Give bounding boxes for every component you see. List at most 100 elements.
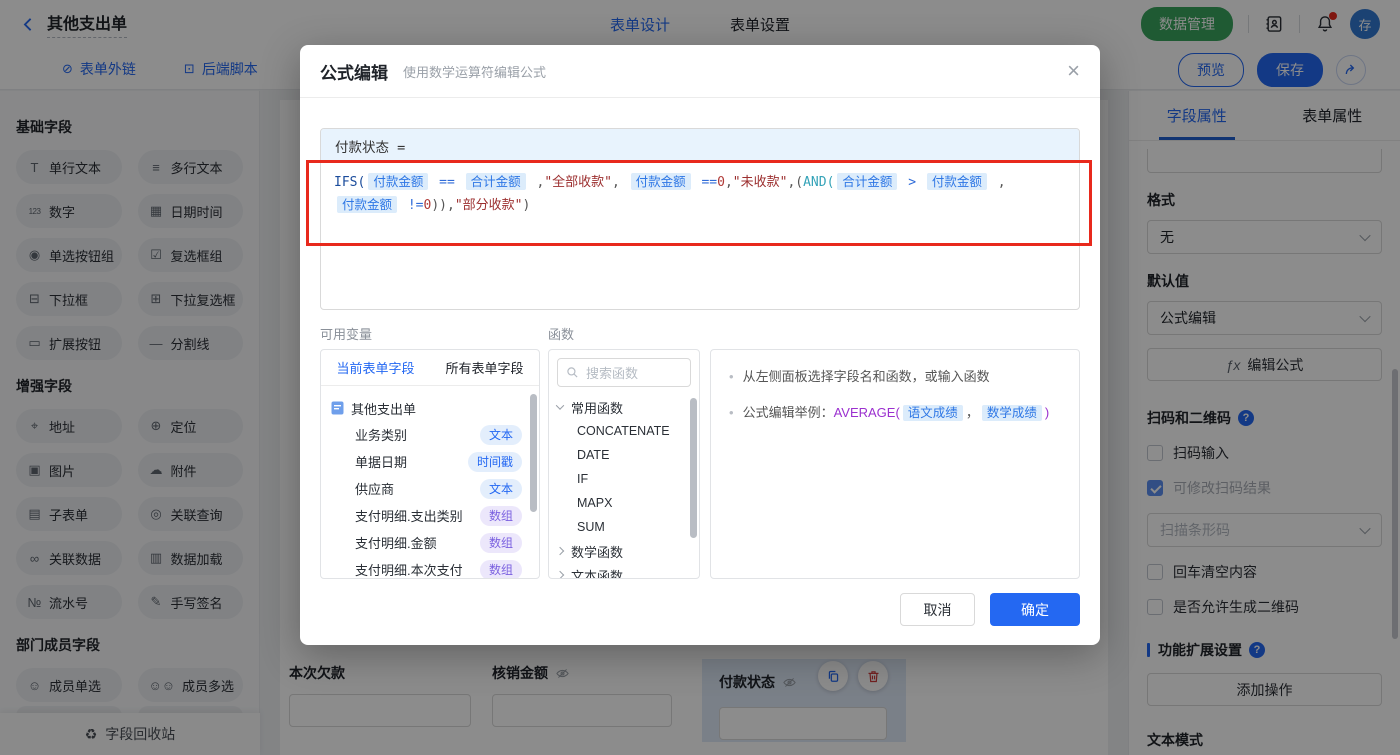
formula-code[interactable]: IFS(付款金额 == 合计金额 ,"全部收款", 付款金额 ==0,"未收款"… (321, 162, 1079, 226)
formula-field-token: 语文成绩 (902, 405, 963, 421)
formula-token: ) (522, 198, 531, 213)
bullet-dot: • (729, 405, 734, 420)
variable-type-badge: 文本 (479, 478, 522, 499)
help-bullet: • 公式编辑举例：AVERAGE(语文成绩，数学成绩) (729, 402, 1063, 424)
variables-tabs: 当前表单字段 所有表单字段 (321, 350, 539, 386)
function-group[interactable]: 常用函数 (555, 395, 691, 419)
formula-token: ， (965, 405, 979, 420)
search-icon (567, 367, 578, 378)
modal-subtitle: 使用数学运算符编辑公式 (403, 64, 547, 80)
formula-token: != (400, 198, 424, 213)
function-group-label: 数学函数 (571, 544, 624, 560)
formula-token: )), (431, 198, 455, 213)
formula-field-token: 数学成绩 (981, 405, 1042, 421)
function-item[interactable]: SUM (557, 515, 691, 539)
function-group[interactable]: 文本函数 (555, 563, 691, 579)
tab-all-form-fields[interactable]: 所有表单字段 (430, 358, 539, 377)
function-item[interactable]: DATE (557, 443, 691, 467)
functions-label: 函数 (548, 327, 575, 342)
formula-field-token: 付款金额 (368, 173, 429, 190)
formula-token: > (900, 175, 924, 190)
screen: 其他支出单 表单设计 表单设置 数据管理 存 ⊘表单外链⊡后端脚本▥数据权 预览… (0, 0, 1400, 755)
modal-body: 付款状态 = IFS(付款金额 == 合计金额 ,"全部收款", 付款金额 ==… (300, 128, 1100, 579)
document-icon (331, 401, 344, 415)
variable-row[interactable]: 单据日期 时间戳 (331, 448, 535, 475)
formula-field-token: 合计金额 (465, 173, 526, 190)
formula-token: AND( (803, 175, 835, 190)
formula-editor-modal: 公式编辑 使用数学运算符编辑公式 × 付款状态 = IFS(付款金额 == 合计… (300, 45, 1100, 645)
formula-token: AVERAGE( (833, 405, 900, 420)
chevron-right-icon (555, 546, 565, 556)
formula-token: 0 (717, 175, 725, 190)
variable-row[interactable]: 业务类别 文本 (331, 421, 535, 448)
formula-editor-box[interactable]: 付款状态 = IFS(付款金额 == 合计金额 ,"全部收款", 付款金额 ==… (320, 128, 1080, 310)
variable-type-badge: 时间戳 (467, 451, 522, 472)
formula-token: , (611, 175, 628, 190)
form-root-label: 其他支出单 (351, 401, 417, 417)
function-search-input[interactable]: 搜索函数 (557, 358, 691, 387)
help-bullet-text: 公式编辑举例：AVERAGE(语文成绩，数学成绩) (742, 402, 1050, 424)
scrollbar-thumb[interactable] (690, 398, 697, 538)
variable-name: 支付明细.本次支付 (355, 563, 463, 578)
function-group[interactable]: 数学函数 (555, 539, 691, 563)
variable-row[interactable]: 支付明细.金额 数组 (331, 529, 535, 556)
function-item[interactable]: CONCATENATE (557, 419, 691, 443)
cancel-button[interactable]: 取消 (900, 593, 975, 626)
modal-footer: 取消 确定 (900, 593, 1080, 626)
variable-row[interactable]: 支付明细.支出类别 数组 (331, 502, 535, 529)
close-icon[interactable]: × (1067, 60, 1080, 82)
help-panel: • 从左侧面板选择字段名和函数，或输入函数 • 公式编辑举例：AVERAGE(语文成绩… (710, 349, 1080, 579)
formula-token: IFS( (334, 175, 366, 190)
modal-header: 公式编辑 使用数学运算符编辑公式 × (300, 45, 1100, 98)
formula-token: ,( (787, 175, 804, 190)
help-bullet: • 从左侧面板选择字段名和函数，或输入函数 (729, 366, 1063, 387)
chevron-right-icon (555, 570, 565, 578)
variable-name: 支付明细.金额 (355, 536, 437, 551)
functions-panel: 搜索函数 常用函数 CONCATENATE DATE IF MAPX SUM 数学函数文本函… (548, 349, 700, 579)
chevron-down-icon (555, 401, 565, 410)
formula-token: "未收款" (732, 175, 788, 190)
variable-name: 业务类别 (355, 428, 408, 443)
formula-token: ) (1044, 405, 1050, 420)
variable-row[interactable]: 供应商 文本 (331, 475, 535, 502)
modal-title: 公式编辑 (320, 63, 388, 83)
formula-target: 付款状态 = (321, 129, 1079, 162)
formula-token: , (989, 175, 1006, 190)
function-group-label: 常用函数 (571, 400, 624, 416)
formula-field-token: 付款金额 (630, 173, 691, 190)
variable-type-badge: 数组 (479, 505, 522, 526)
bullet-dot: • (729, 369, 734, 384)
function-item[interactable]: MAPX (557, 491, 691, 515)
formula-field-token: 合计金额 (837, 173, 898, 190)
formula-token: , (724, 175, 733, 190)
formula-token: "部分收款" (454, 198, 523, 213)
variable-name: 供应商 (355, 482, 395, 497)
function-item[interactable]: IF (557, 467, 691, 491)
formula-token: 从左侧面板选择字段名和函数，或输入函数 (742, 369, 990, 384)
variable-name: 单据日期 (355, 455, 408, 470)
confirm-button[interactable]: 确定 (990, 593, 1080, 626)
variable-type-badge: 数组 (479, 532, 522, 553)
formula-token: == (431, 175, 463, 190)
formula-token: 公式编辑举例： (742, 405, 834, 420)
formula-token: , (528, 175, 545, 190)
tab-current-form-fields[interactable]: 当前表单字段 (321, 358, 430, 377)
formula-token: "全部收款" (544, 175, 612, 190)
formula-token: == (693, 175, 718, 190)
modal-panels: 可用变量 当前表单字段 所有表单字段 其他支出单 业务类别 文本 单据日期 时间戳 供应… (320, 324, 1080, 579)
variables-panel: 当前表单字段 所有表单字段 其他支出单 业务类别 文本 单据日期 时间戳 供应商 文本 支付… (320, 349, 540, 579)
variables-label: 可用变量 (320, 327, 373, 342)
form-root-row[interactable]: 其他支出单 (331, 395, 535, 421)
formula-field-token: 付款金额 (926, 173, 987, 190)
variable-type-badge: 文本 (479, 424, 522, 445)
formula-field-token: 付款金额 (337, 196, 398, 213)
help-bullet-text: 从左侧面板选择字段名和函数，或输入函数 (743, 366, 990, 387)
variable-type-badge: 数组 (479, 559, 522, 578)
variable-row[interactable]: 支付明细.本次支付 数组 (331, 556, 535, 578)
function-group-label: 文本函数 (571, 568, 624, 579)
function-search-placeholder: 搜索函数 (586, 366, 639, 381)
variables-list: 其他支出单 业务类别 文本 单据日期 时间戳 供应商 文本 支付明细.支出类别 数组 支付明细.… (321, 386, 539, 578)
functions-list: 常用函数 CONCATENATE DATE IF MAPX SUM 数学函数文本函数 (549, 395, 699, 579)
help-spacer (710, 324, 1080, 343)
scrollbar-thumb[interactable] (530, 394, 537, 512)
